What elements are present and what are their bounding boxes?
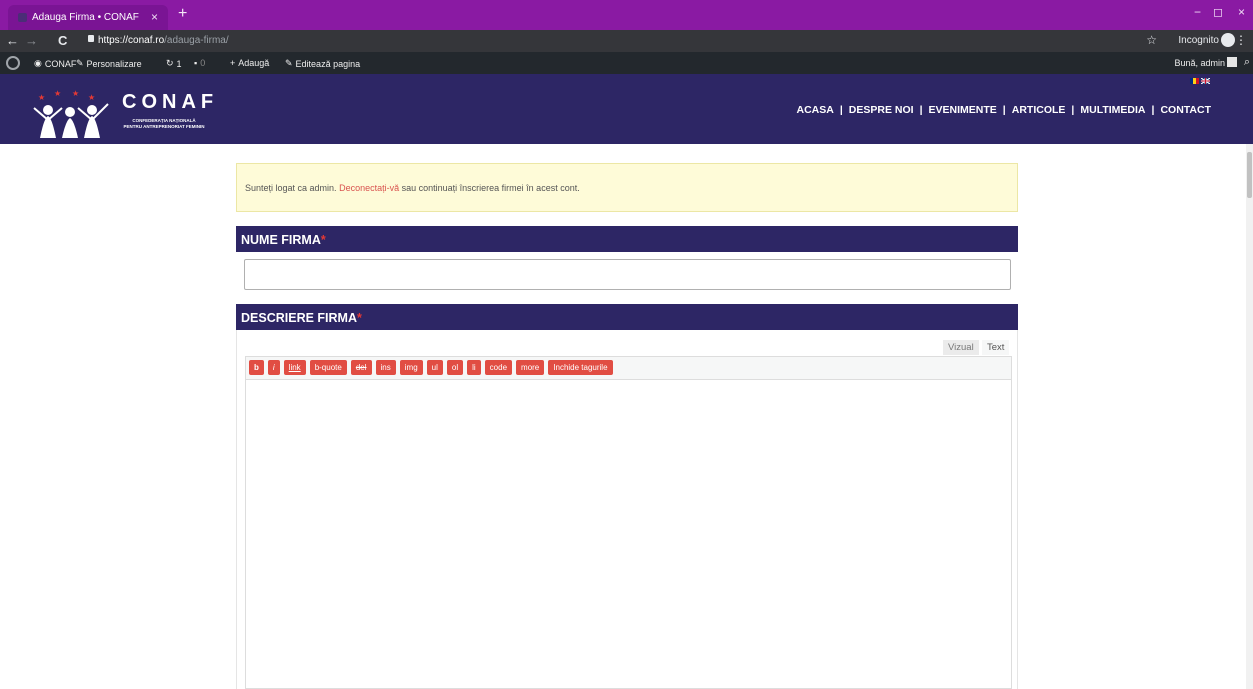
tab-visual[interactable]: Vizual	[943, 340, 979, 355]
qt-img-button[interactable]: img	[399, 360, 423, 375]
qt-more-button[interactable]: more	[516, 360, 545, 375]
nav-separator: |	[839, 104, 843, 116]
new-tab-button[interactable]: +	[178, 5, 187, 23]
company-description-heading: DESCRIERE FIRMA*	[236, 304, 1018, 330]
close-window-button[interactable]: ×	[1238, 5, 1245, 19]
minimize-button[interactable]: −	[1194, 5, 1201, 19]
back-arrow-icon[interactable]: ←	[6, 33, 19, 48]
login-notice: Sunteți logat ca admin. Deconectați-vă s…	[236, 163, 1018, 212]
qt-bold-button[interactable]: b	[249, 360, 264, 375]
adminbar-customize[interactable]: ✎ Personalizare	[76, 58, 142, 69]
tab-close-icon[interactable]: ×	[151, 10, 158, 24]
qt-close-tags-button[interactable]: Inchide tagurile	[548, 360, 613, 375]
tab-title: Adauga Firma • CONAF	[32, 12, 139, 23]
url-path: /adauga-firma/	[164, 35, 229, 46]
qt-code-button[interactable]: code	[484, 360, 513, 375]
address-bar: ← → C https://conaf.ro/adauga-firma/ ☆ I…	[0, 30, 1253, 52]
romanian-flag-icon[interactable]	[1190, 78, 1199, 84]
tab-text[interactable]: Text	[982, 340, 1010, 355]
comment-icon: ▪	[194, 58, 198, 68]
updates-icon: ↻	[166, 58, 174, 68]
nav-separator: |	[1071, 104, 1075, 116]
incognito-label: Incognito	[1178, 35, 1219, 46]
qt-ins-button[interactable]: ins	[375, 360, 396, 375]
description-textarea[interactable]	[245, 380, 1012, 689]
scrollbar-thumb[interactable]	[1247, 152, 1252, 198]
company-name-input[interactable]	[244, 259, 1011, 290]
qt-italic-button[interactable]: i	[267, 360, 280, 375]
notice-text-after: sau continuați înscrierea firmei în aces…	[401, 183, 580, 193]
quicktags-toolbar: b i link b-quote del ins img ul ol li co…	[245, 356, 1012, 380]
company-name-heading: NUME FIRMA*	[236, 226, 1018, 252]
browser-tab[interactable]: Adauga Firma • CONAF ×	[8, 5, 168, 30]
qt-ul-button[interactable]: ul	[426, 360, 443, 375]
menu-kebab-icon[interactable]: ⋮	[1235, 33, 1247, 47]
reload-icon[interactable]: C	[58, 33, 67, 48]
logo-text[interactable]: CONAF	[122, 91, 218, 114]
qt-link-button[interactable]: link	[283, 360, 306, 375]
logout-link[interactable]: Deconectați-vă	[339, 183, 399, 193]
pencil-icon: ✎	[285, 58, 293, 68]
notice-text-before: Sunteți logat ca admin.	[245, 183, 337, 193]
uk-flag-icon[interactable]	[1201, 78, 1210, 84]
search-icon[interactable]: ⌕	[1244, 56, 1250, 69]
adminbar-updates[interactable]: ↻ 1	[166, 58, 182, 69]
lock-icon	[88, 35, 94, 42]
svg-text:★: ★	[54, 90, 61, 98]
brush-icon: ✎	[76, 58, 84, 68]
nav-evenimente[interactable]: EVENIMENTE	[929, 104, 997, 116]
page-scrollbar[interactable]	[1246, 144, 1253, 689]
svg-text:★: ★	[88, 93, 95, 102]
main-nav: ACASA | DESPRE NOI | EVENIMENTE | ARTICO…	[797, 104, 1212, 116]
updates-count: 1	[176, 58, 182, 69]
maximize-button[interactable]: ◻	[1213, 5, 1223, 19]
nav-separator: |	[919, 104, 923, 116]
wordpress-logo-icon[interactable]	[6, 56, 20, 70]
company-description-label: DESCRIERE FIRMA	[241, 311, 357, 325]
svg-text:★: ★	[72, 90, 79, 98]
add-new-label: Adaugă	[238, 58, 270, 68]
url-field[interactable]: https://conaf.ro/adauga-firma/	[98, 35, 229, 46]
qt-ol-button[interactable]: ol	[446, 360, 464, 375]
qt-blockquote-button[interactable]: b-quote	[309, 360, 347, 375]
logo-subtitle-line2: PENTRU ANTREPRENORIAT FEMININ	[123, 124, 205, 129]
adminbar-add-new[interactable]: + Adaugă	[230, 58, 269, 68]
nav-multimedia[interactable]: MULTIMEDIA	[1080, 104, 1145, 116]
adminbar-site[interactable]: ◉ CONAF	[34, 58, 76, 69]
site-name: CONAF	[44, 58, 77, 69]
avatar[interactable]	[1227, 57, 1237, 67]
qt-li-button[interactable]: li	[467, 360, 481, 375]
bookmark-star-icon[interactable]: ☆	[1146, 33, 1157, 47]
logo-subtitle: CONFEDERAȚIA NAȚIONALĂ PENTRU ANTREPRENO…	[120, 118, 208, 130]
adminbar-greeting[interactable]: Bună, admin	[1174, 58, 1225, 68]
required-mark: *	[356, 311, 362, 325]
adminbar-edit-page[interactable]: ✎ Editează pagina	[285, 58, 360, 69]
dashboard-icon: ◉	[34, 58, 42, 68]
adminbar-comments[interactable]: ▪ 0	[194, 58, 205, 68]
svg-text:★: ★	[38, 93, 45, 102]
description-editor: Vizual Text b i link b-quote del ins img…	[236, 330, 1018, 689]
nav-contact[interactable]: CONTACT	[1160, 104, 1211, 116]
qt-del-button[interactable]: del	[350, 360, 372, 375]
nav-separator: |	[1002, 104, 1006, 116]
nav-despre-noi[interactable]: DESPRE NOI	[849, 104, 914, 116]
language-switcher	[1190, 78, 1210, 84]
nav-acasa[interactable]: ACASA	[797, 104, 834, 116]
customize-label: Personalizare	[86, 58, 142, 69]
comments-count: 0	[200, 58, 206, 68]
company-name-label: NUME FIRMA	[241, 233, 321, 247]
favicon-icon	[18, 13, 27, 22]
url-host: https://conaf.ro	[98, 35, 165, 46]
site-header: ★ ★ ★ ★ CONAF CONFEDERAȚIA NAȚIONALĂ PEN…	[0, 74, 1253, 144]
incognito-icon[interactable]	[1221, 33, 1235, 47]
logo-figures-icon[interactable]: ★ ★ ★ ★	[30, 90, 114, 138]
edit-page-label: Editează pagina	[295, 58, 361, 69]
forward-arrow-icon[interactable]: →	[25, 33, 38, 48]
browser-tab-strip: Adauga Firma • CONAF × + − ◻ ×	[0, 0, 1253, 30]
nav-articole[interactable]: ARTICOLE	[1012, 104, 1066, 116]
plus-icon: +	[230, 58, 236, 68]
wp-admin-bar: ◉ CONAF ✎ Personalizare ↻ 1 ▪ 0 + Adaugă ✎ Edi…	[0, 52, 1253, 74]
nav-separator: |	[1151, 104, 1155, 116]
required-mark: *	[320, 233, 326, 247]
